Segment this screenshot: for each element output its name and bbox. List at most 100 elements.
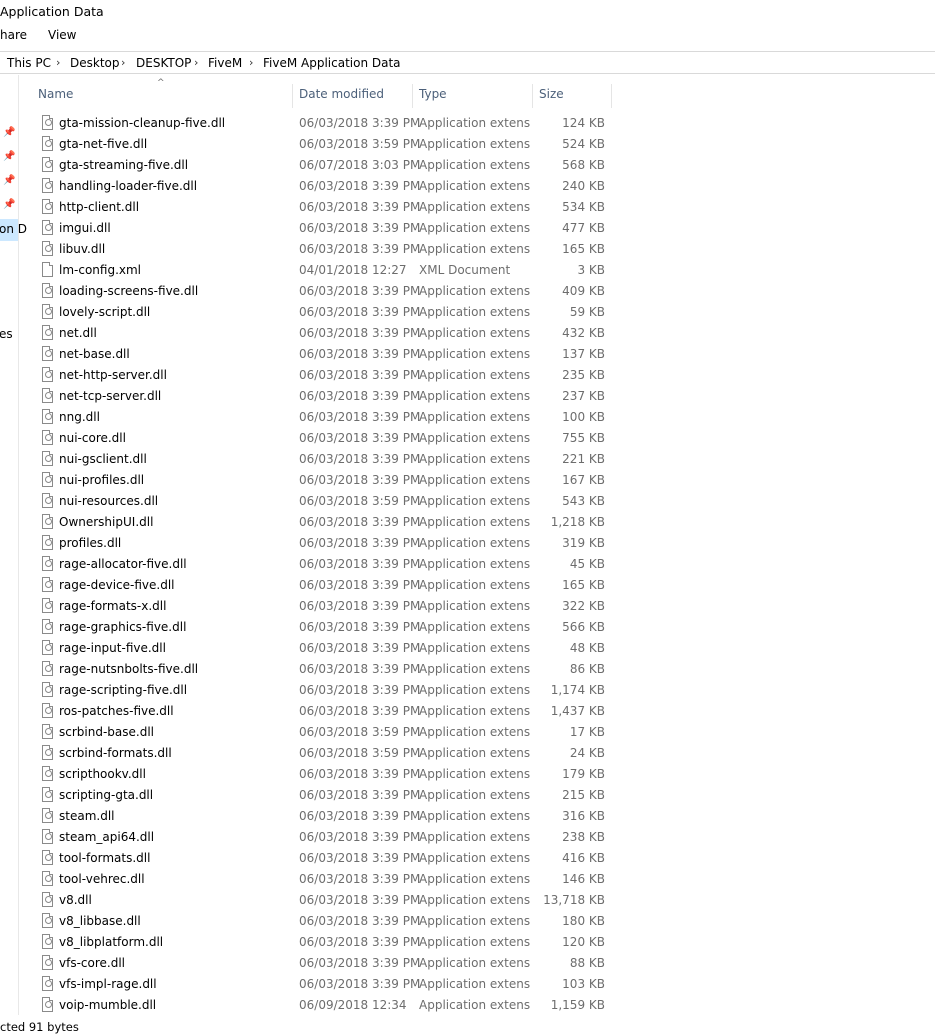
file-size: 1,174 KB xyxy=(550,683,605,697)
column-header-date-modified[interactable]: Date modified xyxy=(299,87,384,101)
file-size: 543 KB xyxy=(562,494,605,508)
file-date-modified: 06/03/2018 3:39 PM xyxy=(299,872,421,886)
file-name: rage-scripting-five.dll xyxy=(59,683,188,697)
file-row[interactable]: nui-core.dll 06/03/2018 3:39 PM Applicatio… xyxy=(0,428,935,449)
file-row[interactable]: rage-formats-x.dll 06/03/2018 3:39 PM Appl… xyxy=(0,596,935,617)
breadcrumb-fivem[interactable]: FiveM xyxy=(208,56,242,70)
file-date-modified: 06/03/2018 3:39 PM xyxy=(299,935,421,949)
file-size: 137 KB xyxy=(562,347,605,361)
column-header-name[interactable]: Name xyxy=(38,87,73,101)
file-date-modified: 06/03/2018 3:59 PM xyxy=(299,725,421,739)
dll-file-icon xyxy=(42,787,53,802)
file-type: Application extens xyxy=(419,284,531,298)
file-row[interactable]: lm-config.xml 04/01/2018 12:27 XML Documen… xyxy=(0,260,935,281)
file-size: 124 KB xyxy=(562,116,605,130)
file-type: Application extens xyxy=(419,221,531,235)
file-type: Application extens xyxy=(419,956,531,970)
file-name: nui-profiles.dll xyxy=(59,473,145,487)
file-row[interactable]: scrbind-formats.dll 06/03/2018 3:59 PM App… xyxy=(0,743,935,764)
file-row[interactable]: loading-screens-five.dll 06/03/2018 3:39 … xyxy=(0,281,935,302)
file-row[interactable]: gta-streaming-five.dll 06/07/2018 3:03 PM… xyxy=(0,155,935,176)
file-row[interactable]: rage-scripting-five.dll 06/03/2018 3:39 P… xyxy=(0,680,935,701)
file-row[interactable]: nui-gsclient.dll 06/03/2018 3:39 PM Applic… xyxy=(0,449,935,470)
status-bar: cted 91 bytes xyxy=(0,1017,935,1034)
file-name: rage-nutsnbolts-five.dll xyxy=(59,662,199,676)
file-row[interactable]: nui-resources.dll 06/03/2018 3:59 PM Appli… xyxy=(0,491,935,512)
file-row[interactable]: voip-mumble.dll 06/09/2018 12:34 Applicati… xyxy=(0,995,935,1016)
file-size: 215 KB xyxy=(562,788,605,802)
file-name: steam_api64.dll xyxy=(59,830,155,844)
status-text: cted 91 bytes xyxy=(0,1020,79,1034)
file-date-modified: 06/03/2018 3:39 PM xyxy=(299,179,421,193)
file-row[interactable]: v8_libbase.dll 06/03/2018 3:39 PM Applicat… xyxy=(0,911,935,932)
file-date-modified: 06/03/2018 3:39 PM xyxy=(299,284,421,298)
tab-share[interactable]: hare xyxy=(0,28,27,42)
file-row[interactable]: rage-allocator-five.dll 06/03/2018 3:39 P… xyxy=(0,554,935,575)
breadcrumb-desktop-folder[interactable]: DESKTOP xyxy=(136,56,191,70)
file-row[interactable]: rage-graphics-five.dll 06/03/2018 3:39 PM… xyxy=(0,617,935,638)
file-size: 86 KB xyxy=(569,662,605,676)
file-row[interactable]: v8_libplatform.dll 06/03/2018 3:39 PM Appl… xyxy=(0,932,935,953)
file-row[interactable]: scripthookv.dll 06/03/2018 3:39 PM Applica… xyxy=(0,764,935,785)
dll-file-icon xyxy=(42,199,53,214)
file-row[interactable]: net.dll 06/03/2018 3:39 PM Application ext… xyxy=(0,323,935,344)
file-name: v8_libplatform.dll xyxy=(59,935,164,949)
file-name: scrbind-formats.dll xyxy=(59,746,172,760)
file-date-modified: 06/03/2018 3:39 PM xyxy=(299,473,421,487)
file-row[interactable]: lovely-script.dll 06/03/2018 3:39 PM Appli… xyxy=(0,302,935,323)
file-row[interactable]: ros-patches-five.dll 06/03/2018 3:39 PM Ap… xyxy=(0,701,935,722)
chevron-right-icon[interactable]: › xyxy=(249,56,253,69)
dll-file-icon xyxy=(42,388,53,403)
file-row[interactable]: http-client.dll 06/03/2018 3:39 PM Applica… xyxy=(0,197,935,218)
file-row[interactable]: nui-profiles.dll 06/03/2018 3:39 PM Applic… xyxy=(0,470,935,491)
file-row[interactable]: gta-mission-cleanup-five.dll 06/03/2018 3… xyxy=(0,113,935,134)
file-row[interactable]: vfs-core.dll 06/03/2018 3:39 PM Applicatio… xyxy=(0,953,935,974)
file-date-modified: 06/03/2018 3:39 PM xyxy=(299,347,421,361)
dll-file-icon xyxy=(42,535,53,550)
tab-view[interactable]: View xyxy=(48,28,76,42)
file-row[interactable]: nng.dll 06/03/2018 3:39 PM Application ext… xyxy=(0,407,935,428)
file-size: 566 KB xyxy=(562,620,605,634)
dll-file-icon xyxy=(42,703,53,718)
file-row[interactable]: steam_api64.dll 06/03/2018 3:39 PM Applica… xyxy=(0,827,935,848)
file-row[interactable]: OwnershipUI.dll 06/03/2018 3:39 PM Applica… xyxy=(0,512,935,533)
file-date-modified: 06/07/2018 3:03 PM xyxy=(299,158,421,172)
file-row[interactable]: libuv.dll 06/03/2018 3:39 PM Application e… xyxy=(0,239,935,260)
file-row[interactable]: net-base.dll 06/03/2018 3:39 PM Applicatio… xyxy=(0,344,935,365)
file-size: 416 KB xyxy=(562,851,605,865)
chevron-right-icon[interactable]: › xyxy=(194,56,198,69)
breadcrumb-desktop[interactable]: Desktop xyxy=(70,56,120,70)
dll-file-icon xyxy=(42,955,53,970)
chevron-right-icon[interactable]: › xyxy=(56,56,60,69)
file-date-modified: 06/03/2018 3:59 PM xyxy=(299,137,421,151)
file-row[interactable]: rage-device-five.dll 06/03/2018 3:39 PM Ap… xyxy=(0,575,935,596)
file-row[interactable]: v8.dll 06/03/2018 3:39 PM Application exte… xyxy=(0,890,935,911)
column-header-size[interactable]: Size xyxy=(539,87,564,101)
file-row[interactable]: handling-loader-five.dll 06/03/2018 3:39 … xyxy=(0,176,935,197)
dll-file-icon xyxy=(42,325,53,340)
column-header-type[interactable]: Type xyxy=(419,87,447,101)
file-row[interactable]: scrbind-base.dll 06/03/2018 3:59 PM Applic… xyxy=(0,722,935,743)
file-row[interactable]: net-http-server.dll 06/03/2018 3:39 PM App… xyxy=(0,365,935,386)
file-row[interactable]: scripting-gta.dll 06/03/2018 3:39 PM Appli… xyxy=(0,785,935,806)
file-type: Application extens xyxy=(419,515,531,529)
file-size: 165 KB xyxy=(562,242,605,256)
file-name: libuv.dll xyxy=(59,242,106,256)
breadcrumb-this-pc[interactable]: This PC xyxy=(7,56,51,70)
address-bar[interactable]: This PC › Desktop › DESKTOP › FiveM › Fi… xyxy=(0,51,935,74)
file-row[interactable]: rage-nutsnbolts-five.dll 06/03/2018 3:39 … xyxy=(0,659,935,680)
chevron-right-icon[interactable]: › xyxy=(121,56,125,69)
file-row[interactable]: steam.dll 06/03/2018 3:39 PM Application e… xyxy=(0,806,935,827)
file-row[interactable]: imgui.dll 06/03/2018 3:39 PM Application e… xyxy=(0,218,935,239)
file-row[interactable]: vfs-impl-rage.dll 06/03/2018 3:39 PM Appli… xyxy=(0,974,935,995)
file-row[interactable]: rage-input-five.dll 06/03/2018 3:39 PM App… xyxy=(0,638,935,659)
file-list[interactable]: gta-mission-cleanup-five.dll 06/03/2018 3… xyxy=(0,103,935,1017)
file-row[interactable]: tool-vehrec.dll 06/03/2018 3:39 PM Applica… xyxy=(0,869,935,890)
file-row[interactable]: gta-net-five.dll 06/03/2018 3:59 PM Applic… xyxy=(0,134,935,155)
dll-file-icon xyxy=(42,283,53,298)
file-row[interactable]: tool-formats.dll 06/03/2018 3:39 PM Applic… xyxy=(0,848,935,869)
file-row[interactable]: profiles.dll 06/03/2018 3:39 PM Applicatio… xyxy=(0,533,935,554)
file-row[interactable]: net-tcp-server.dll 06/03/2018 3:39 PM Appl… xyxy=(0,386,935,407)
file-type: Application extens xyxy=(419,599,531,613)
breadcrumb-fivem-application-data[interactable]: FiveM Application Data xyxy=(263,56,401,70)
